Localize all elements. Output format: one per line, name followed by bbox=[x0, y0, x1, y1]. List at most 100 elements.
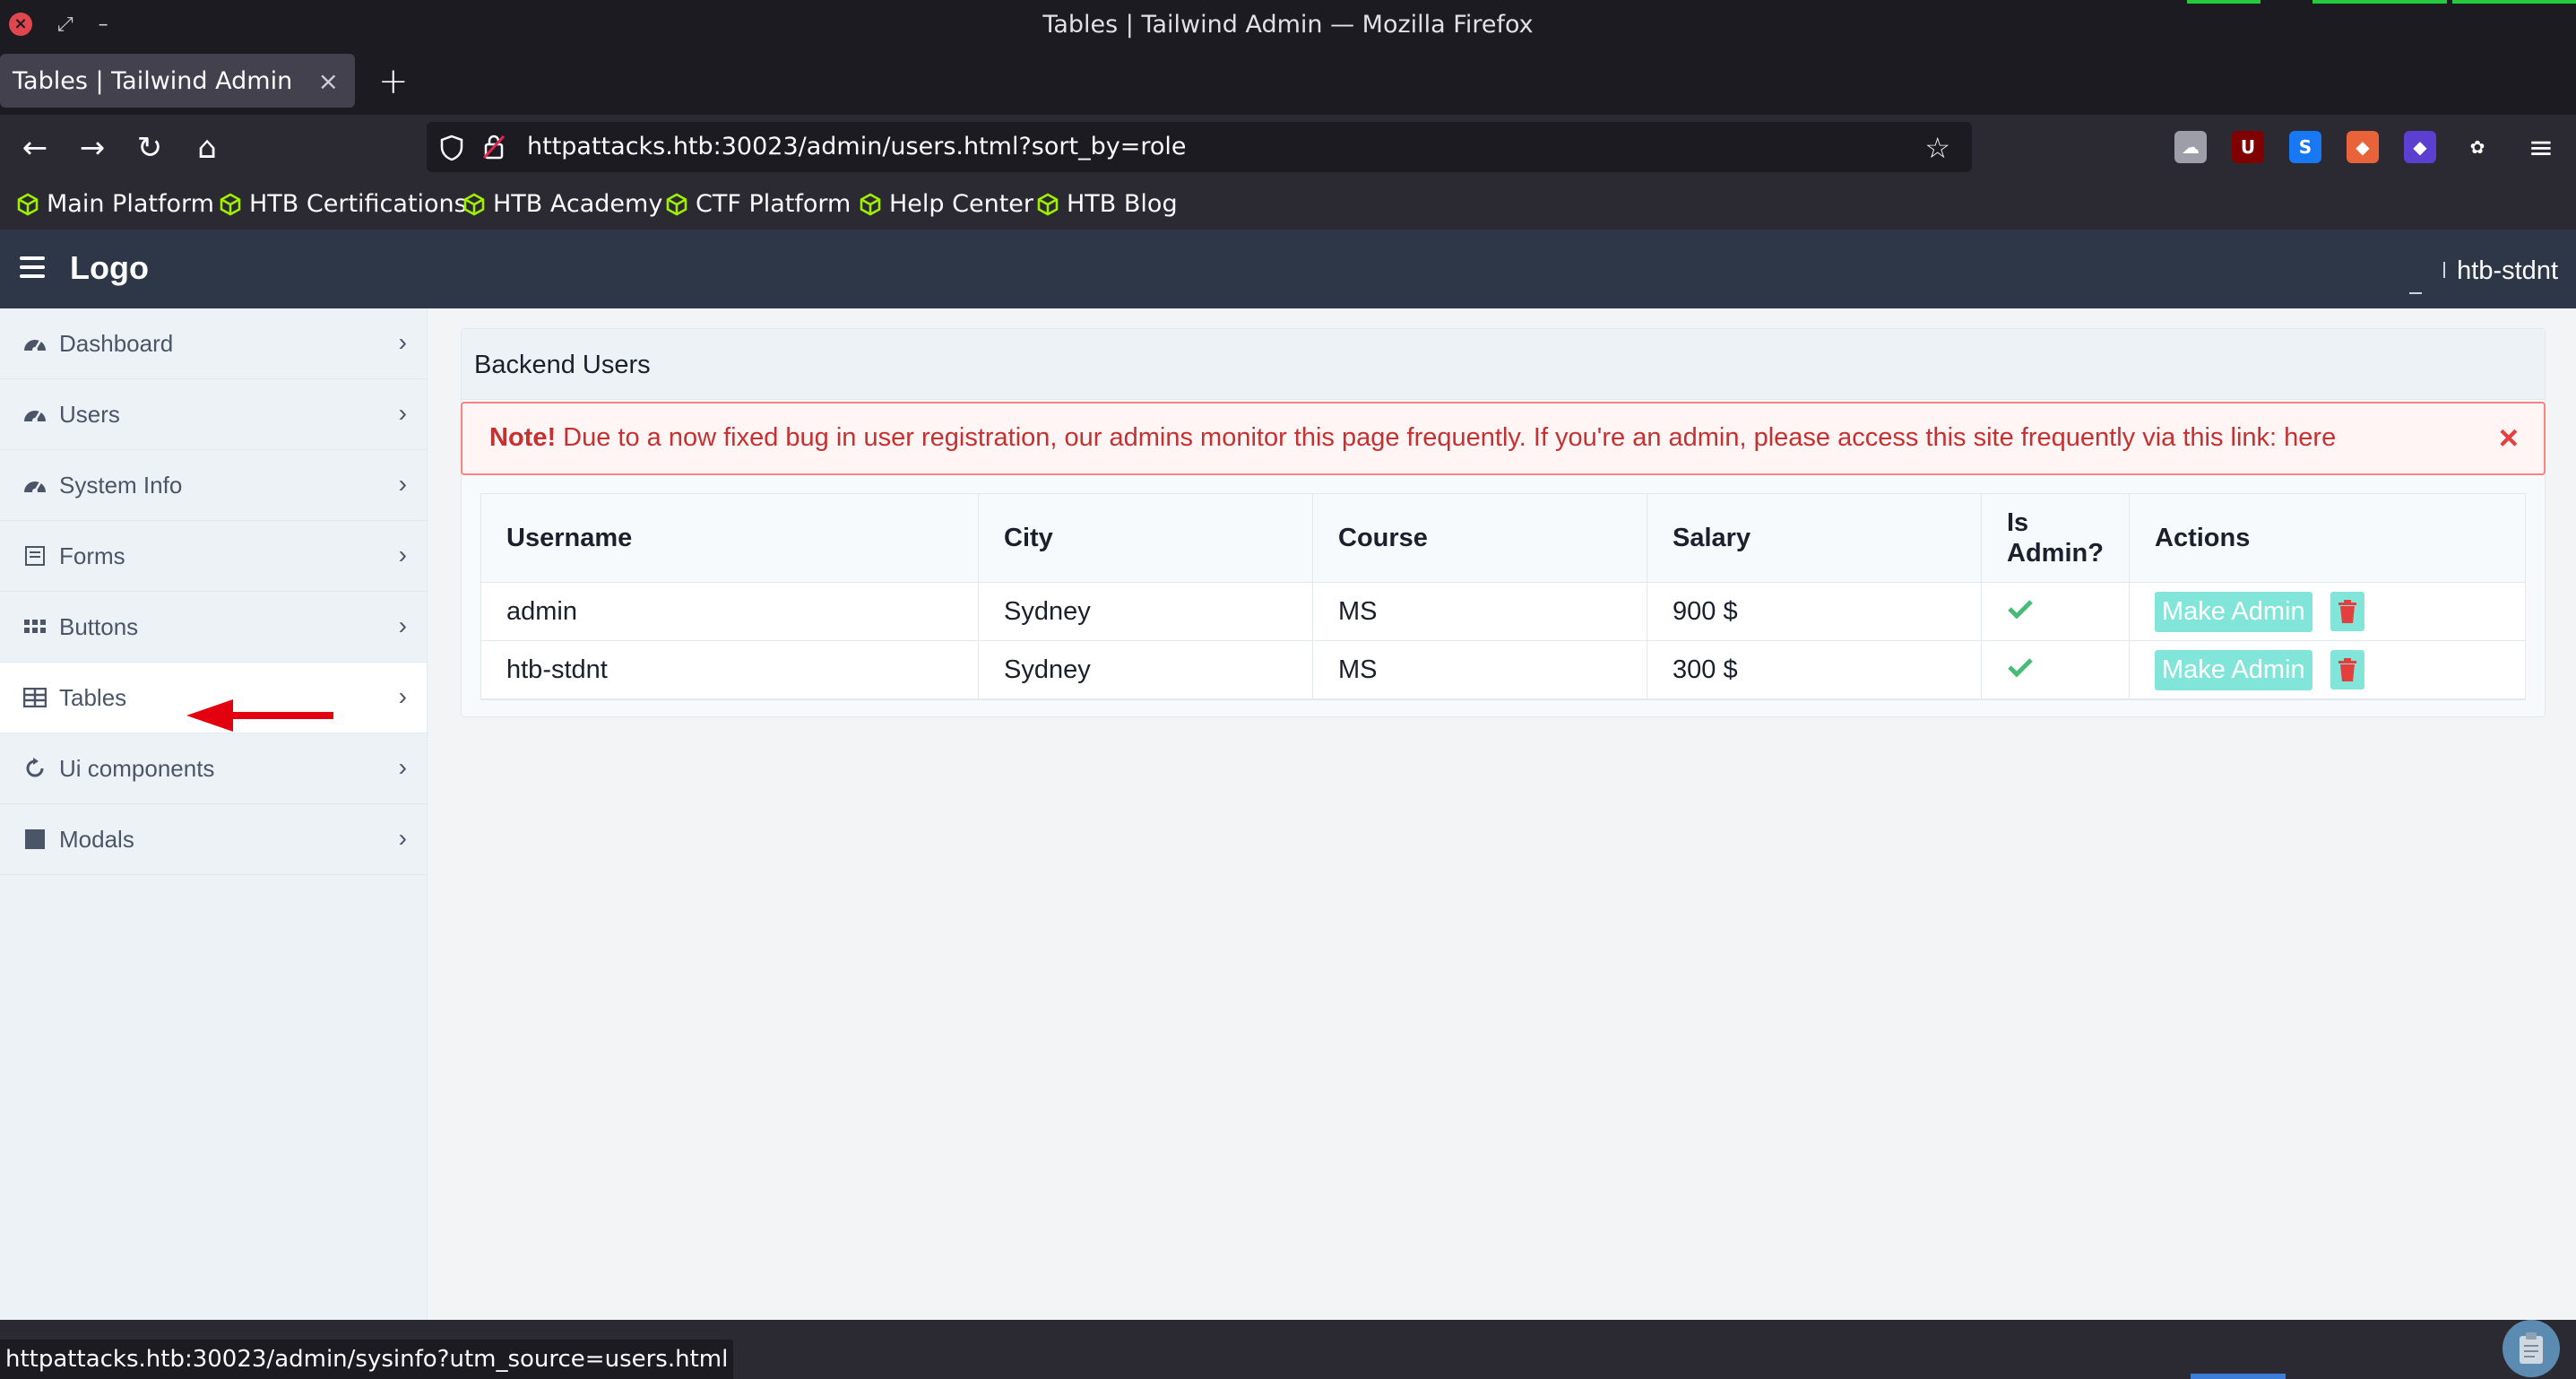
bookmark-label: HTB Academy bbox=[493, 190, 663, 218]
column-header-username[interactable]: Username bbox=[481, 494, 979, 583]
bookmark-label: CTF Platform bbox=[696, 190, 851, 218]
back-button[interactable]: ← bbox=[14, 127, 56, 169]
bookmark-ctf-platform[interactable]: CTF Platform bbox=[665, 190, 851, 218]
column-header-actions: Actions bbox=[2129, 494, 2525, 583]
ext-cloud-icon[interactable]: ☁ bbox=[2174, 131, 2207, 163]
home-button[interactable]: ⌂ bbox=[186, 127, 228, 169]
alert-strong: Note! bbox=[489, 423, 557, 452]
sidebar-item-label: Ui components bbox=[59, 754, 215, 782]
check-icon bbox=[2008, 657, 2033, 678]
sidebar-item-label: System Info bbox=[59, 471, 183, 499]
app-header: Logo htb-stdnt bbox=[0, 230, 2576, 308]
gauge-icon bbox=[22, 401, 48, 428]
url-bar[interactable]: httpattacks.htb:30023/admin/users.html?s… bbox=[427, 122, 1972, 172]
htb-cube-icon bbox=[463, 193, 485, 215]
cell-city: Sydney bbox=[978, 640, 1313, 699]
sidebar-item-ui-components[interactable]: Ui components › bbox=[0, 733, 427, 804]
sidebar-item-label: Dashboard bbox=[59, 329, 174, 357]
sidebar-item-forms[interactable]: Forms › bbox=[0, 521, 427, 592]
cell-username: htb-stdnt bbox=[481, 640, 979, 699]
trash-icon bbox=[2338, 658, 2356, 681]
cell-course: MS bbox=[1312, 582, 1647, 641]
tab-close-icon[interactable]: × bbox=[318, 66, 339, 96]
bookmark-main-platform[interactable]: Main Platform bbox=[16, 190, 214, 218]
delete-button[interactable] bbox=[2330, 650, 2364, 690]
cell-actions: Make Admin bbox=[2129, 640, 2525, 699]
bookmark-help-center[interactable]: Help Center bbox=[859, 190, 1033, 218]
clipboard-icon bbox=[2520, 1332, 2543, 1364]
table-icon bbox=[22, 684, 48, 711]
divider bbox=[2443, 262, 2445, 278]
trash-icon bbox=[2338, 600, 2356, 623]
title-indicator bbox=[2452, 0, 2576, 4]
sidebar-item-label: Tables bbox=[59, 683, 127, 711]
window-title: Tables | Tailwind Admin — Mozilla Firefo… bbox=[1042, 11, 1534, 39]
table-row: admin Sydney MS 900 $ Make Admin bbox=[481, 582, 2525, 641]
htb-cube-icon bbox=[220, 193, 241, 215]
bookmark-star-icon[interactable]: ☆ bbox=[1924, 131, 1950, 165]
column-header-salary[interactable]: Salary bbox=[1647, 494, 1982, 583]
chevron-right-icon: › bbox=[398, 753, 407, 781]
chevron-right-icon: › bbox=[398, 611, 407, 639]
table-header-row: Username City Course Salary Is Admin? Ac… bbox=[481, 494, 2525, 583]
gauge-icon bbox=[22, 472, 48, 499]
forward-button[interactable]: → bbox=[72, 127, 113, 169]
alert-message: Note! Due to a now fixed bug in user reg… bbox=[489, 423, 2336, 453]
chevron-right-icon: › bbox=[398, 470, 407, 498]
hamburger-menu-icon[interactable] bbox=[20, 256, 45, 283]
column-header-is-admin[interactable]: Is Admin? bbox=[1981, 494, 2130, 583]
url-text[interactable]: httpattacks.htb:30023/admin/users.html?s… bbox=[527, 133, 1186, 160]
page-viewport: Logo htb-stdnt Dashboard › Users › System In… bbox=[0, 230, 2576, 1320]
insecure-lock-icon[interactable] bbox=[482, 133, 506, 161]
column-header-course[interactable]: Course bbox=[1312, 494, 1647, 583]
sidebar-item-system-info[interactable]: System Info › bbox=[0, 450, 427, 521]
bookmark-htb-academy[interactable]: HTB Academy bbox=[462, 190, 662, 218]
cell-city: Sydney bbox=[978, 582, 1313, 641]
ublock-icon[interactable]: U bbox=[2232, 131, 2264, 163]
cell-course: MS bbox=[1312, 640, 1647, 699]
cell-is-admin bbox=[1981, 640, 2130, 699]
app-menu-button[interactable]: ≡ bbox=[2520, 127, 2562, 169]
sidebar-item-modals[interactable]: Modals › bbox=[0, 804, 427, 875]
clipboard-button[interactable] bbox=[2503, 1320, 2560, 1377]
red-arrow-annotation bbox=[186, 699, 333, 732]
cell-username: admin bbox=[481, 582, 979, 641]
new-tab-button[interactable]: + bbox=[378, 61, 409, 102]
htb-cube-icon bbox=[1037, 193, 1059, 215]
column-header-city[interactable]: City bbox=[978, 494, 1313, 583]
bookmark-label: Main Platform bbox=[47, 190, 214, 218]
check-icon bbox=[2008, 599, 2033, 620]
htb-cube-icon bbox=[17, 193, 39, 215]
fox-extension-icon[interactable]: ◆ bbox=[2347, 131, 2379, 163]
cube-extension-icon[interactable]: ◆ bbox=[2404, 131, 2436, 163]
chevron-right-icon: › bbox=[398, 682, 407, 710]
taskbar-indicator bbox=[2191, 1374, 2286, 1379]
cell-salary: 300 $ bbox=[1647, 640, 1982, 699]
bookmark-htb-certifications[interactable]: HTB Certifications bbox=[219, 190, 467, 218]
make-admin-button[interactable]: Make Admin bbox=[2155, 591, 2312, 632]
shield-icon[interactable] bbox=[439, 134, 464, 161]
reload-button[interactable]: ↻ bbox=[129, 127, 170, 169]
make-admin-button[interactable]: Make Admin bbox=[2155, 649, 2312, 690]
window-titlebar: × ⤢ – Tables | Tailwind Admin — Mozilla … bbox=[0, 0, 2576, 50]
bookmark-label: HTB Blog bbox=[1067, 190, 1178, 218]
form-icon bbox=[22, 542, 48, 569]
sidebar-item-dashboard[interactable]: Dashboard › bbox=[0, 308, 427, 379]
navigation-toolbar: ← → ↻ ⌂ httpattacks.htb:30023/admin/user… bbox=[0, 115, 2576, 181]
sidebar-item-users[interactable]: Users › bbox=[0, 379, 427, 450]
logo[interactable]: Logo bbox=[70, 249, 149, 287]
table-row: htb-stdnt Sydney MS 300 $ Make Admin bbox=[481, 640, 2525, 699]
s-extension-icon[interactable]: S bbox=[2289, 131, 2321, 163]
cell-salary: 900 $ bbox=[1647, 582, 1982, 641]
cookie-extension-icon[interactable]: ✿ bbox=[2461, 131, 2494, 163]
tab-tables-tailwind-admin[interactable]: Tables | Tailwind Admin × bbox=[0, 54, 355, 108]
status-link-preview: httpattacks.htb:30023/admin/sysinfo?utm_… bbox=[0, 1340, 734, 1379]
tab-strip: Tables | Tailwind Admin × + bbox=[0, 50, 2576, 115]
delete-button[interactable] bbox=[2330, 592, 2364, 631]
sidebar-item-buttons[interactable]: Buttons › bbox=[0, 592, 427, 663]
bookmark-label: Help Center bbox=[889, 190, 1034, 218]
alert-close-icon[interactable]: × bbox=[2499, 420, 2519, 458]
bookmark-htb-blog[interactable]: HTB Blog bbox=[1036, 190, 1178, 218]
alert-body[interactable]: Due to a now fixed bug in user registrat… bbox=[556, 423, 2336, 452]
user-menu[interactable]: htb-stdnt bbox=[2457, 256, 2558, 286]
